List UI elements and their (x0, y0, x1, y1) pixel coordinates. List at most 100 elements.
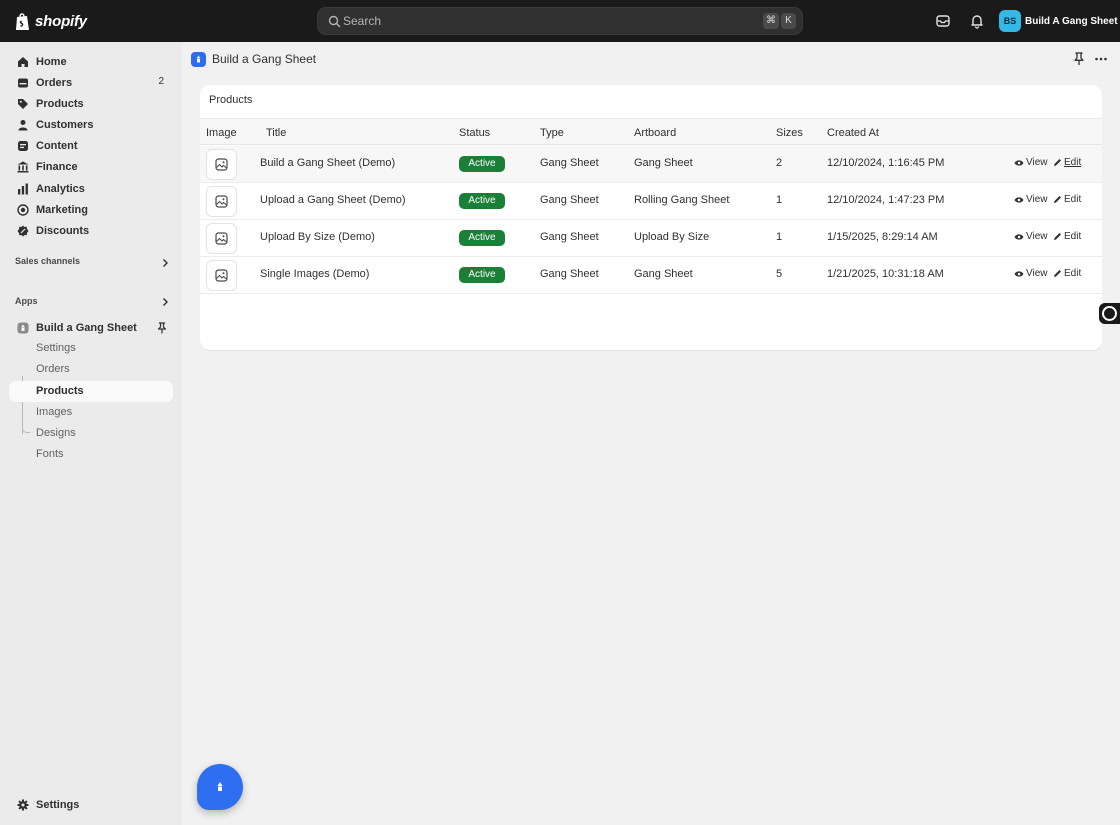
table-row[interactable]: Build a Gang Sheet (Demo) Active Gang Sh… (200, 146, 1102, 183)
pencil-icon (1054, 196, 1061, 203)
page-title: Build a Gang Sheet (212, 52, 317, 66)
chevron-right-icon[interactable] (160, 297, 170, 307)
sidebar-item-label: Finance (36, 160, 78, 173)
sidebar-item-finance[interactable]: Finance (9, 156, 173, 177)
table-row[interactable]: Single Images (Demo) Active Gang Sheet G… (200, 257, 1102, 294)
app-logo-icon (217, 782, 223, 791)
sidebar-item-label: Marketing (36, 203, 88, 216)
sidebar-item-label: Settings (36, 798, 80, 811)
view-label: View (1026, 268, 1048, 279)
view-button[interactable]: View (1014, 268, 1048, 279)
view-button[interactable]: View (1014, 157, 1048, 168)
side-widget-toggle[interactable] (1099, 303, 1120, 324)
ring-icon (1102, 306, 1117, 321)
product-artboard: Gang Sheet (634, 157, 693, 169)
view-button[interactable]: View (1014, 194, 1048, 205)
sidebar-subitem-designs[interactable]: Designs (9, 423, 173, 444)
avatar: BS (999, 10, 1021, 32)
table-row[interactable]: Upload By Size (Demo) Active Gang Sheet … (200, 220, 1102, 257)
sidebar-item-label: Build a Gang Sheet (36, 321, 137, 334)
sidebar-item-settings[interactable]: Settings (9, 794, 173, 815)
sidebar-item-marketing[interactable]: Marketing (9, 199, 173, 220)
sidebar-item-home[interactable]: Home (9, 51, 173, 72)
product-sizes: 1 (776, 231, 783, 243)
sidebar-item-build-a-gang-sheet[interactable]: Build a Gang Sheet (9, 317, 173, 338)
eye-icon (1014, 159, 1024, 166)
store-name: Build A Gang Sheet (1025, 15, 1118, 27)
column-header-type: Type (540, 127, 564, 139)
store-inbox-icon[interactable] (935, 13, 951, 29)
chevron-right-icon[interactable] (160, 258, 170, 268)
bank-icon (17, 161, 29, 172)
sidebar-subitem-settings[interactable]: Settings (9, 338, 173, 359)
product-created-at: 12/10/2024, 1:47:23 PM (827, 194, 945, 206)
product-sizes: 1 (776, 194, 783, 206)
sidebar-item-label: Products (36, 97, 84, 110)
edit-button[interactable]: Edit (1053, 194, 1081, 205)
column-header-status: Status (459, 127, 491, 139)
view-button[interactable]: View (1014, 231, 1048, 242)
status-badge: Active (459, 156, 505, 172)
table-row[interactable]: Upload a Gang Sheet (Demo) Active Gang S… (200, 183, 1102, 220)
app-chat-button[interactable] (197, 764, 243, 810)
shopify-logo[interactable]: shopify (15, 11, 87, 31)
target-icon (17, 203, 29, 216)
status-badge: Active (459, 193, 505, 209)
pencil-icon (1054, 270, 1061, 277)
more-options-icon[interactable] (1094, 52, 1108, 66)
image-placeholder-icon (215, 269, 228, 282)
sidebar-subitem-fonts[interactable]: Fonts (9, 444, 173, 465)
search-bar[interactable]: Search ⌘ K (317, 7, 803, 35)
sidebar-item-label: Analytics (36, 182, 85, 195)
edit-label: Edit (1064, 268, 1082, 279)
sidebar-item-content[interactable]: Content (9, 135, 173, 156)
eye-icon (1014, 233, 1024, 240)
product-title: Upload By Size (Demo) (260, 231, 375, 243)
pin-icon[interactable] (1073, 52, 1085, 66)
view-label: View (1026, 194, 1048, 205)
view-label: View (1026, 231, 1048, 242)
image-placeholder-icon (215, 195, 228, 208)
pin-icon[interactable] (157, 322, 167, 334)
bell-icon[interactable] (969, 13, 985, 29)
gear-icon (17, 799, 29, 810)
sidebar-subitem-orders[interactable]: Orders (9, 359, 173, 380)
sidebar-item-label: Customers (36, 118, 94, 131)
app-icon (17, 322, 29, 333)
edit-label: Edit (1064, 231, 1082, 242)
sidebar-item-label: Content (36, 139, 78, 152)
apps-heading[interactable]: Apps (15, 296, 38, 306)
home-icon (18, 56, 28, 67)
product-created-at: 1/15/2025, 8:29:14 AM (827, 231, 938, 243)
sidebar-item-customers[interactable]: Customers (9, 114, 173, 135)
sidebar-item-discounts[interactable]: Discounts (9, 220, 173, 241)
product-created-at: 12/10/2024, 1:16:45 PM (827, 157, 945, 169)
orders-count-badge: 2 (158, 76, 164, 87)
status-badge: Active (459, 267, 505, 283)
sidebar-item-products[interactable]: Products (9, 93, 173, 114)
column-header-artboard: Artboard (634, 127, 677, 139)
shopify-wordmark: shopify (35, 12, 87, 30)
edit-button[interactable]: Edit (1053, 231, 1081, 242)
sidebar-item-label: Home (36, 55, 67, 68)
column-header-sizes: Sizes (776, 127, 803, 139)
main-content: Build a Gang Sheet Products Image Title … (182, 42, 1120, 825)
sidebar-subitem-label: Orders (36, 363, 70, 375)
discount-icon (17, 225, 29, 236)
store-menu-button[interactable]: BS Build A Gang Sheet (999, 10, 1118, 32)
sales-channels-heading[interactable]: Sales channels (15, 256, 80, 266)
sidebar-item-analytics[interactable]: Analytics (9, 178, 173, 199)
sidebar-subitem-images[interactable]: Images (9, 402, 173, 423)
eye-icon (1014, 270, 1024, 277)
sidebar-item-orders[interactable]: Orders 2 (9, 72, 173, 93)
pencil-icon (1054, 159, 1061, 166)
edit-button[interactable]: Edit (1053, 157, 1081, 168)
product-type: Gang Sheet (540, 231, 599, 243)
edit-label: Edit (1064, 157, 1082, 168)
shortcut-k-key: K (781, 13, 796, 29)
person-icon (18, 119, 28, 130)
edit-label: Edit (1064, 194, 1082, 205)
sidebar-subitem-products[interactable]: Products (9, 381, 173, 402)
edit-button[interactable]: Edit (1053, 268, 1081, 279)
table-header: Image Title Status Type Artboard Sizes C… (200, 118, 1102, 145)
